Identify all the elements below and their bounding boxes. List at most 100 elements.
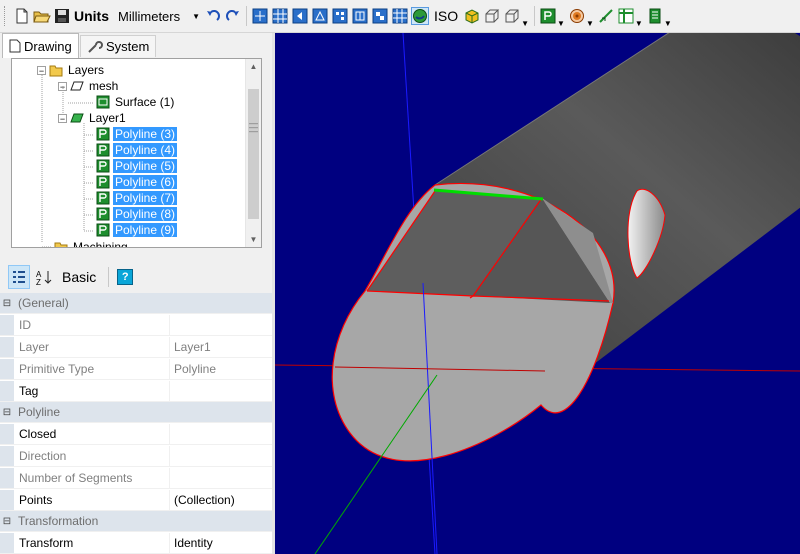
- property-row-points[interactable]: Points (Collection): [0, 490, 272, 511]
- property-value[interactable]: Layer1: [170, 337, 272, 357]
- tab-system[interactable]: System: [80, 35, 157, 57]
- scroll-up-icon[interactable]: ▲: [246, 59, 261, 74]
- 3d-viewport[interactable]: [275, 33, 800, 554]
- collapse-icon[interactable]: ⊟: [0, 293, 14, 313]
- property-value[interactable]: [170, 446, 272, 466]
- iso-view-label[interactable]: ISO: [434, 8, 458, 24]
- property-name: Number of Segments: [14, 468, 170, 488]
- scroll-thumb[interactable]: [248, 89, 259, 219]
- view-top-icon[interactable]: [371, 7, 389, 25]
- property-value[interactable]: (Collection): [170, 490, 272, 510]
- table-icon[interactable]: [617, 7, 635, 25]
- tree-node-layer1[interactable]: − Layer1: [58, 110, 128, 126]
- view-grid-icon[interactable]: [271, 7, 289, 25]
- property-name: ID: [14, 315, 170, 335]
- basic-button[interactable]: Basic: [62, 265, 96, 289]
- tree-node-polyline[interactable]: Polyline (9): [96, 222, 178, 238]
- view-fit-icon[interactable]: [251, 7, 269, 25]
- property-row-layer[interactable]: Layer Layer1: [0, 337, 272, 358]
- property-row-closed[interactable]: Closed: [0, 424, 272, 445]
- property-name: Layer: [14, 337, 170, 357]
- property-row-direction[interactable]: Direction: [0, 446, 272, 467]
- toolbar-separator: [534, 6, 536, 26]
- tree-label: Layer1: [89, 111, 126, 125]
- cube-wire-icon[interactable]: [483, 7, 501, 25]
- target-icon[interactable]: [568, 7, 586, 25]
- property-value[interactable]: Identity: [170, 533, 272, 553]
- category-polyline[interactable]: ⊟ Polyline: [0, 402, 272, 423]
- chevron-down-icon[interactable]: ▼: [635, 19, 643, 32]
- tree-node-mesh[interactable]: − mesh: [58, 78, 120, 94]
- collapse-icon[interactable]: −: [37, 65, 46, 75]
- undo-icon[interactable]: [204, 7, 222, 25]
- category-transformation[interactable]: ⊟ Transformation: [0, 511, 272, 532]
- active-layer-icon: [70, 113, 84, 123]
- polyline-icon: [96, 191, 110, 205]
- property-name: Direction: [14, 446, 170, 466]
- help-icon[interactable]: ?: [117, 265, 134, 289]
- category-label: Polyline: [18, 405, 61, 419]
- tree-node-polyline[interactable]: Polyline (4): [96, 142, 178, 158]
- save-icon[interactable]: [53, 7, 71, 25]
- toolbar-grip[interactable]: [4, 6, 8, 26]
- property-row-number-of-segments[interactable]: Number of Segments: [0, 468, 272, 489]
- tree-scrollbar[interactable]: ▲ — — — ▼: [245, 59, 261, 247]
- polyline-icon: [96, 143, 110, 157]
- property-row-tag[interactable]: Tag: [0, 381, 272, 402]
- property-name: Closed: [14, 424, 170, 444]
- property-row-transform[interactable]: Transform Identity: [0, 533, 272, 554]
- view-front-icon[interactable]: [291, 7, 309, 25]
- tree-node-polyline[interactable]: Polyline (3): [96, 126, 178, 142]
- collapse-icon[interactable]: −: [58, 113, 67, 123]
- property-value[interactable]: Polyline: [170, 359, 272, 379]
- view-right-icon[interactable]: [351, 7, 369, 25]
- property-value[interactable]: [170, 381, 272, 401]
- property-row-primitive-type[interactable]: Primitive Type Polyline: [0, 359, 272, 380]
- tab-system-label: System: [106, 39, 150, 54]
- open-icon[interactable]: [33, 7, 51, 25]
- view-left-icon[interactable]: [331, 7, 349, 25]
- chevron-down-icon[interactable]: ▼: [521, 19, 529, 32]
- view-back-icon[interactable]: [311, 7, 329, 25]
- chevron-down-icon[interactable]: ▼: [586, 19, 594, 32]
- tab-drawing[interactable]: Drawing: [2, 33, 79, 58]
- tree-label: Polyline (6): [113, 175, 178, 189]
- tree-node-polyline[interactable]: Polyline (6): [96, 174, 178, 190]
- cube-solid-icon[interactable]: [463, 7, 481, 25]
- categorized-icon[interactable]: [8, 265, 30, 289]
- tree-node-polyline[interactable]: Polyline (7): [96, 190, 178, 206]
- tree-node-polyline[interactable]: Polyline (8): [96, 206, 178, 222]
- property-name: Points: [14, 490, 170, 510]
- collapse-icon[interactable]: ⊟: [0, 511, 14, 531]
- cube-outline-icon[interactable]: [503, 7, 521, 25]
- polyline-tool-icon[interactable]: [539, 7, 557, 25]
- redo-icon[interactable]: [224, 7, 242, 25]
- property-value[interactable]: [170, 315, 272, 335]
- property-row-id[interactable]: ID: [0, 315, 272, 336]
- chevron-down-icon[interactable]: ▼: [557, 19, 565, 32]
- shaded-view-icon[interactable]: [411, 7, 429, 25]
- new-icon[interactable]: [13, 7, 31, 25]
- layers-panel-icon[interactable]: [646, 7, 664, 25]
- tree-label: Layers: [68, 63, 105, 77]
- collapse-icon[interactable]: ⊟: [0, 402, 14, 422]
- chevron-down-icon[interactable]: ▼: [664, 19, 672, 32]
- tree-node-layers[interactable]: − Layers: [37, 62, 106, 78]
- tree-node-surface[interactable]: Surface (1): [96, 94, 176, 110]
- category-general[interactable]: ⊟ (General): [0, 293, 272, 314]
- view-bottom-icon[interactable]: [391, 7, 409, 25]
- property-value[interactable]: [170, 468, 272, 488]
- polyline-icon: [96, 207, 110, 221]
- tree-label: Polyline (9): [113, 223, 178, 237]
- property-value[interactable]: [170, 424, 272, 444]
- polyline-icon: [96, 127, 110, 141]
- polyline-icon: [96, 175, 110, 189]
- scroll-down-icon[interactable]: ▼: [246, 232, 261, 247]
- collapse-icon[interactable]: −: [58, 81, 67, 91]
- tree-node-machining[interactable]: Machining: [54, 239, 130, 247]
- tree-node-polyline[interactable]: Polyline (5): [96, 158, 178, 174]
- units-dropdown[interactable]: Millimeters ▼: [115, 6, 203, 26]
- measure-icon[interactable]: [597, 7, 615, 25]
- units-value: Millimeters: [118, 8, 181, 24]
- sort-alpha-icon[interactable]: AZ: [34, 265, 54, 289]
